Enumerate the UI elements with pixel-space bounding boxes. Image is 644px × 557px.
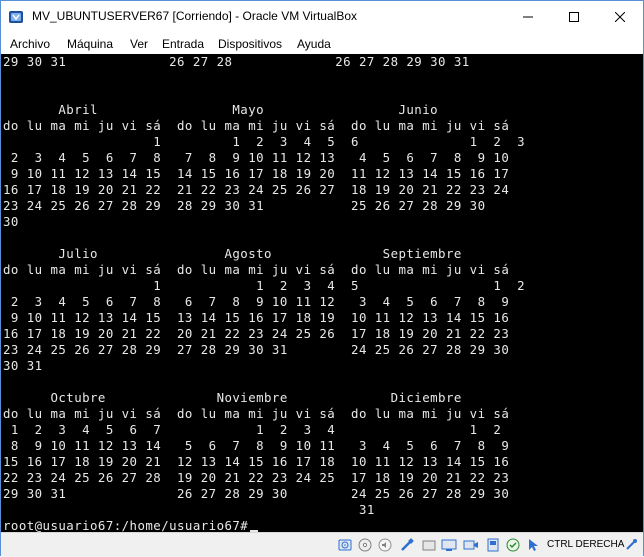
display-icon[interactable]	[441, 537, 457, 553]
terminal-line: Octubre Noviembre Diciembre	[3, 390, 462, 405]
terminal-line: 9 10 11 12 13 14 15 14 15 16 17 18 19 20…	[3, 166, 510, 181]
terminal-line: 2 3 4 5 6 7 8 7 8 9 10 11 12 13 4 5 6 7 …	[3, 150, 510, 165]
terminal-line: do lu ma mi ju vi sá do lu ma mi ju vi s…	[3, 118, 510, 133]
menu-ver[interactable]: Ver	[130, 37, 148, 51]
terminal-line: 16 17 18 19 20 21 22 21 22 23 24 25 26 2…	[3, 182, 510, 197]
terminal-line: 30 31	[3, 358, 43, 373]
close-icon	[615, 12, 625, 22]
terminal-line: 31	[3, 502, 375, 517]
terminal-line: 23 24 25 26 27 28 29 28 29 30 31 25 26 2…	[3, 198, 486, 213]
menu-entrada[interactable]: Entrada	[162, 37, 204, 51]
shared-folders-icon[interactable]	[421, 537, 437, 553]
terminal-prompt-line: root@usuario67:/home/usuario67#	[3, 518, 259, 532]
terminal-line: 16 17 18 19 20 21 22 20 21 22 23 24 25 2…	[3, 326, 510, 341]
terminal-line: 29 30 31 26 27 28 26 27 28 29 30 31	[3, 54, 470, 69]
network-icon[interactable]	[485, 537, 501, 553]
terminal-line: 1 2 3 4 5 6 7 1 2 3 4 1 2	[3, 422, 502, 437]
optical-drive-icon[interactable]	[357, 537, 373, 553]
menu-maquina[interactable]: Máquina	[67, 37, 113, 51]
terminal-line: 9 10 11 12 13 14 15 13 14 15 16 17 18 19…	[3, 310, 510, 325]
menu-bar: Archivo Máquina Ver Entrada Dispositivos…	[1, 33, 643, 54]
mouse-integration-icon[interactable]	[525, 537, 541, 553]
terminal-line: 30	[3, 214, 19, 229]
hard-disk-icon[interactable]	[337, 537, 353, 553]
terminal-line: 23 24 25 26 27 28 29 27 28 29 30 31 24 2…	[3, 342, 510, 357]
minimize-button[interactable]	[505, 1, 551, 33]
terminal-line: do lu ma mi ju vi sá do lu ma mi ju vi s…	[3, 262, 510, 277]
title-bar[interactable]: MV_UBUNTUSERVER67 [Corriendo] - Oracle V…	[1, 1, 643, 33]
host-key-label: CTRL DERECHA	[547, 539, 625, 550]
terminal-line: 1 1 2 3 4 5 6 1 2 3	[3, 134, 526, 149]
menu-ayuda[interactable]: Ayuda	[297, 37, 331, 51]
terminal-line: 29 30 31 26 27 28 29 30 24 25 26 27 28 2…	[3, 486, 510, 501]
audio-icon[interactable]	[377, 537, 393, 553]
terminal-line: Abril Mayo Junio	[3, 102, 439, 117]
terminal-line: 22 23 24 25 26 27 28 19 20 21 22 23 24 2…	[3, 470, 510, 485]
virtualbox-app-icon	[9, 11, 23, 23]
terminal-line: do lu ma mi ju vi sá do lu ma mi ju vi s…	[3, 406, 510, 421]
terminal-line: 8 9 10 11 12 13 14 5 6 7 8 9 10 11 3 4 5…	[3, 438, 510, 453]
shell-prompt: root@usuario67:/home/usuario67#	[3, 518, 249, 532]
terminal-line: 1 1 2 3 4 5 1 2	[3, 278, 526, 293]
terminal-line: Julio Agosto Septiembre	[3, 246, 462, 261]
cpu-icon[interactable]	[505, 537, 521, 553]
minimize-icon	[523, 16, 533, 18]
maximize-button[interactable]	[551, 1, 597, 33]
video-capture-icon[interactable]	[463, 537, 479, 553]
close-button[interactable]	[597, 1, 643, 33]
status-bar: CTRL DERECHA	[1, 532, 643, 557]
keyboard-icon[interactable]	[623, 537, 639, 553]
terminal-line: 15 16 17 18 19 20 21 12 13 14 15 16 17 1…	[3, 454, 510, 469]
maximize-icon	[569, 12, 579, 22]
window-title: MV_UBUNTUSERVER67 [Corriendo] - Oracle V…	[32, 9, 357, 23]
usb-icon[interactable]	[399, 537, 415, 553]
vm-console-screen[interactable]: 29 30 31 26 27 28 26 27 28 29 30 31 Abri…	[1, 54, 643, 532]
terminal-line: 2 3 4 5 6 7 8 6 7 8 9 10 11 12 3 4 5 6 7…	[3, 294, 510, 309]
virtualbox-window: MV_UBUNTUSERVER67 [Corriendo] - Oracle V…	[0, 0, 644, 557]
menu-dispositivos[interactable]: Dispositivos	[218, 37, 282, 51]
menu-archivo[interactable]: Archivo	[10, 37, 50, 51]
